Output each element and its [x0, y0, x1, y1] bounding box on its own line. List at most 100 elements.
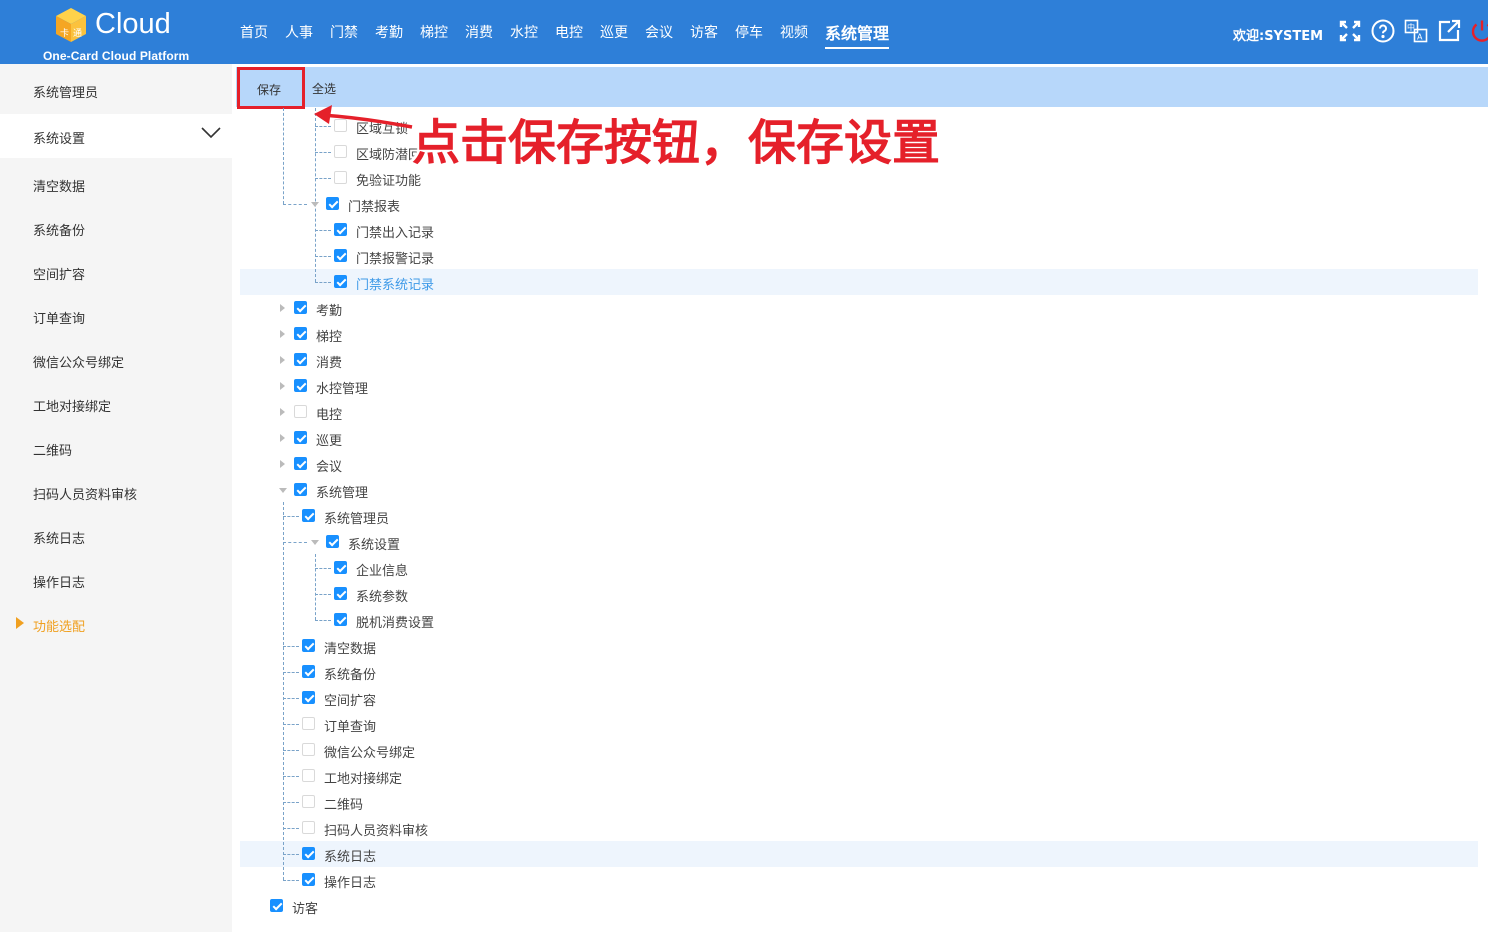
- expand-caret-icon[interactable]: [280, 460, 285, 468]
- tree-connector: [283, 542, 307, 543]
- collapse-caret-icon[interactable]: [279, 488, 287, 493]
- sidebar-item-qrcode[interactable]: 二维码: [0, 426, 232, 470]
- checkbox[interactable]: [334, 587, 347, 600]
- nav-item-attendance[interactable]: 考勤: [375, 22, 403, 42]
- checkbox[interactable]: [302, 639, 315, 652]
- expand-caret-icon[interactable]: [280, 434, 285, 442]
- top-bar: 卡 通 Cloud One-Card Cloud Platform 首页 人事 …: [0, 0, 1488, 64]
- fullscreen-icon[interactable]: [1338, 19, 1362, 43]
- checkbox[interactable]: [326, 535, 339, 548]
- checkbox[interactable]: [302, 847, 315, 860]
- expand-caret-icon[interactable]: [280, 408, 285, 416]
- checkbox[interactable]: [294, 431, 307, 444]
- expand-caret-icon[interactable]: [280, 356, 285, 364]
- help-icon[interactable]: [1371, 19, 1395, 43]
- sidebar-item-site-binding[interactable]: 工地对接绑定: [0, 382, 232, 426]
- checkbox[interactable]: [294, 379, 307, 392]
- tree-connector: [283, 854, 299, 855]
- nav-item-meeting[interactable]: 会议: [645, 22, 673, 42]
- checkbox[interactable]: [302, 665, 315, 678]
- language-icon[interactable]: 中 A: [1404, 19, 1428, 43]
- checkbox[interactable]: [334, 275, 347, 288]
- save-button[interactable]: 保存: [237, 67, 305, 109]
- tree-connector: [315, 594, 331, 595]
- sidebar-item-feature-select[interactable]: 功能选配: [0, 602, 232, 646]
- checkbox[interactable]: [302, 717, 315, 730]
- checkbox[interactable]: [326, 197, 339, 210]
- checkbox[interactable]: [302, 769, 315, 782]
- sidebar-item-system-log[interactable]: 系统日志: [0, 514, 232, 558]
- tree-node-label: 电控: [316, 408, 343, 423]
- checkbox[interactable]: [302, 743, 315, 756]
- checkbox[interactable]: [270, 899, 283, 912]
- logo[interactable]: 卡 通 Cloud One-Card Cloud Platform: [0, 0, 232, 64]
- checkbox[interactable]: [334, 613, 347, 626]
- tree-connector: [315, 230, 331, 231]
- cube-logo-icon: 卡 通: [56, 8, 86, 42]
- tree-node-label: 门禁系统记录: [356, 278, 435, 293]
- tree-node-label: 脱机消费设置: [356, 616, 435, 631]
- tree-connector: [315, 152, 331, 153]
- triangle-right-icon: [16, 617, 24, 629]
- checkbox[interactable]: [334, 561, 347, 574]
- checkbox[interactable]: [294, 301, 307, 314]
- nav-item-consumption[interactable]: 消费: [465, 22, 493, 42]
- svg-text:通: 通: [73, 28, 82, 39]
- power-icon[interactable]: [1470, 19, 1488, 43]
- nav-item-parking[interactable]: 停车: [735, 22, 763, 42]
- sidebar-item-label: 功能选配: [33, 620, 86, 635]
- collapse-caret-icon[interactable]: [311, 540, 319, 545]
- checkbox[interactable]: [334, 223, 347, 236]
- external-link-icon[interactable]: [1437, 19, 1461, 43]
- collapse-caret-icon[interactable]: [311, 202, 319, 207]
- checkbox[interactable]: [294, 483, 307, 496]
- nav-item-elevator[interactable]: 梯控: [420, 22, 448, 42]
- tree-node-label: 梯控: [316, 330, 343, 345]
- nav-item-patrol[interactable]: 巡更: [600, 22, 628, 42]
- checkbox[interactable]: [334, 249, 347, 262]
- sidebar-item-label: 系统管理员: [33, 86, 99, 101]
- expand-caret-icon[interactable]: [280, 304, 285, 312]
- checkbox[interactable]: [294, 457, 307, 470]
- checkbox[interactable]: [294, 327, 307, 340]
- nav-item-home[interactable]: 首页: [240, 22, 268, 42]
- sidebar-item-scan-review[interactable]: 扫码人员资料审核: [0, 470, 232, 514]
- sidebar-item-admin[interactable]: 系统管理员: [0, 68, 232, 112]
- expand-caret-icon[interactable]: [280, 330, 285, 338]
- sidebar-item-orders[interactable]: 订单查询: [0, 294, 232, 338]
- checkbox[interactable]: [294, 405, 307, 418]
- nav-item-visitor[interactable]: 访客: [690, 22, 718, 42]
- chevron-down-icon: [201, 127, 221, 139]
- checkbox[interactable]: [302, 873, 315, 886]
- sidebar-item-backup[interactable]: 系统备份: [0, 206, 232, 250]
- nav-item-hr[interactable]: 人事: [285, 22, 313, 42]
- sidebar-item-expand-space[interactable]: 空间扩容: [0, 250, 232, 294]
- sidebar-item-settings[interactable]: 系统设置: [0, 114, 232, 158]
- nav-item-water[interactable]: 水控: [510, 22, 538, 42]
- checkbox[interactable]: [302, 691, 315, 704]
- nav-item-access[interactable]: 门禁: [330, 22, 358, 42]
- checkbox[interactable]: [334, 145, 347, 158]
- nav-item-system[interactable]: 系统管理: [825, 20, 890, 49]
- checkbox[interactable]: [334, 171, 347, 184]
- sidebar-item-label: 清空数据: [33, 180, 86, 195]
- sidebar-item-operation-log[interactable]: 操作日志: [0, 558, 232, 602]
- tree-connector: [315, 282, 331, 283]
- sidebar-item-clear-data[interactable]: 清空数据: [0, 162, 232, 206]
- row-highlight: [240, 841, 1478, 867]
- sidebar-item-wechat[interactable]: 微信公众号绑定: [0, 338, 232, 382]
- checkbox[interactable]: [294, 353, 307, 366]
- checkbox[interactable]: [302, 795, 315, 808]
- tree-node-label: 访客: [292, 902, 319, 917]
- save-button-label: 保存: [257, 83, 282, 97]
- tree-node-label: 门禁报表: [348, 200, 401, 215]
- sidebar-item-label: 扫码人员资料审核: [33, 488, 138, 503]
- expand-caret-icon[interactable]: [280, 382, 285, 390]
- svg-text:卡: 卡: [60, 27, 69, 39]
- checkbox[interactable]: [302, 821, 315, 834]
- tree-connector: [283, 724, 299, 725]
- nav-item-video[interactable]: 视频: [780, 22, 808, 42]
- nav-item-electric[interactable]: 电控: [555, 22, 583, 42]
- checkbox[interactable]: [302, 509, 315, 522]
- tree-connector: [283, 776, 299, 777]
